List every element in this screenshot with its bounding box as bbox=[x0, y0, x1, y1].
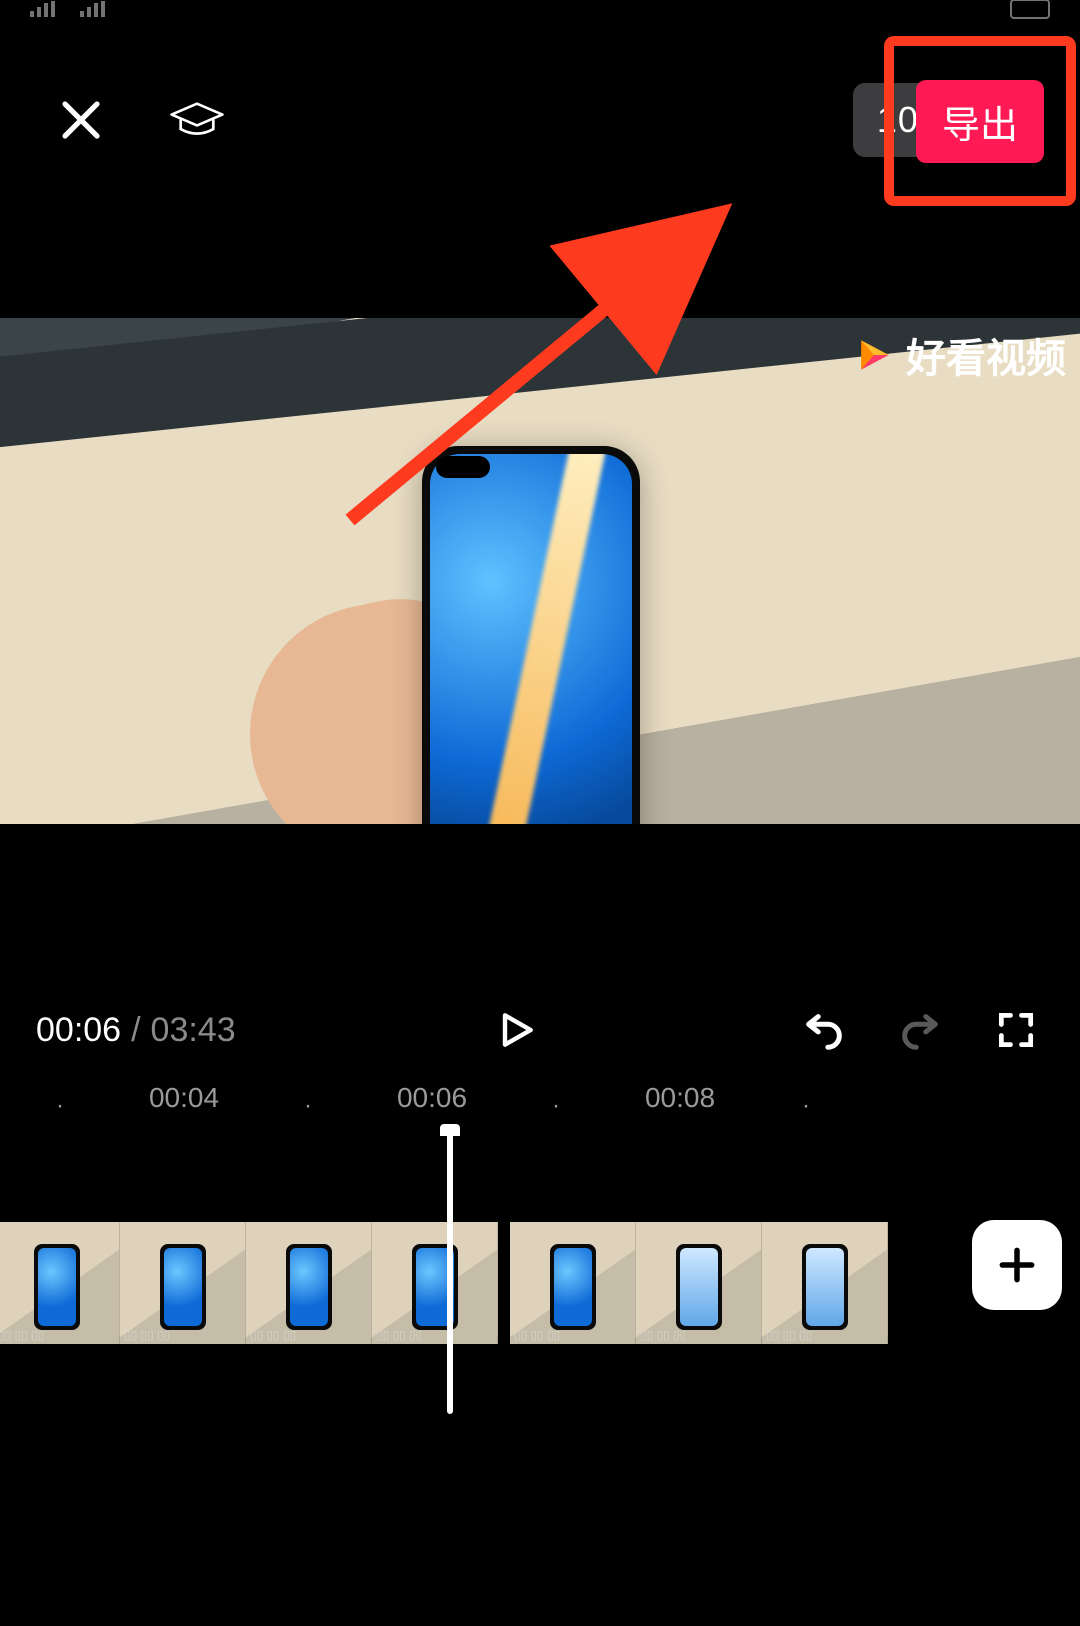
timeline[interactable]: · 00:04 · 00:06 · 00:08 · ▯▯ ▯▯ ▯▯ ▯▯ ▯▯… bbox=[0, 1070, 1080, 1626]
clip-track[interactable]: ▯▯ ▯▯ ▯▯ ▯▯ ▯▯ ▯▯ ▯▯ ▯▯ ▯▯ ▯▯ ▯▯ ▯▯ ▯▯ ▯… bbox=[0, 1222, 1080, 1344]
source-watermark: 好看视频 bbox=[852, 326, 1066, 384]
close-icon bbox=[57, 96, 105, 144]
time-separator: / bbox=[131, 1011, 140, 1050]
time-ruler[interactable]: · 00:04 · 00:06 · 00:08 · bbox=[0, 1070, 1080, 1126]
ruler-dot: · bbox=[56, 1092, 64, 1120]
haokan-logo-icon bbox=[852, 333, 896, 377]
ruler-dot: · bbox=[802, 1092, 810, 1120]
redo-icon bbox=[897, 1007, 943, 1053]
time-display: 00:06 / 03:43 bbox=[36, 1011, 236, 1050]
undo-button[interactable] bbox=[796, 1002, 852, 1058]
total-time: 03:43 bbox=[151, 1011, 236, 1050]
clip-thumbnail[interactable]: ▯▯ ▯▯ ▯▯ bbox=[372, 1222, 498, 1344]
export-highlight-annotation: 导出 bbox=[884, 36, 1076, 206]
fullscreen-button[interactable] bbox=[988, 1002, 1044, 1058]
add-clip-button[interactable] bbox=[972, 1220, 1062, 1310]
ruler-tick: 00:04 bbox=[149, 1082, 219, 1114]
ruler-tick: 00:08 bbox=[645, 1082, 715, 1114]
video-preview[interactable]: 好看视频 bbox=[0, 318, 1080, 824]
clip-thumbnail[interactable]: ▯▯ ▯▯ ▯▯ bbox=[510, 1222, 636, 1344]
clip-thumbnail[interactable]: ▯▯ ▯▯ ▯▯ bbox=[0, 1222, 120, 1344]
watermark-text: 好看视频 bbox=[906, 326, 1066, 384]
clip-thumbnail[interactable]: ▯▯ ▯▯ ▯▯ bbox=[636, 1222, 762, 1344]
status-bar bbox=[0, 0, 1080, 24]
export-button[interactable]: 导出 bbox=[916, 80, 1044, 163]
ruler-tick: 00:06 bbox=[397, 1082, 467, 1114]
clip-thumbnail[interactable]: ▯▯ ▯▯ ▯▯ bbox=[246, 1222, 372, 1344]
fullscreen-icon bbox=[994, 1008, 1038, 1052]
clip-gap bbox=[498, 1222, 510, 1344]
playhead[interactable] bbox=[447, 1128, 453, 1414]
clip-thumbnail[interactable]: ▯▯ ▯▯ ▯▯ bbox=[762, 1222, 888, 1344]
redo-button[interactable] bbox=[892, 1002, 948, 1058]
undo-icon bbox=[801, 1007, 847, 1053]
plus-icon bbox=[995, 1243, 1039, 1287]
graduation-cap-icon bbox=[168, 97, 226, 143]
playback-controls: 00:06 / 03:43 bbox=[0, 986, 1080, 1074]
tutorial-button[interactable] bbox=[168, 91, 226, 149]
ruler-dot: · bbox=[304, 1092, 312, 1120]
play-button[interactable] bbox=[488, 1002, 544, 1058]
play-icon bbox=[494, 1008, 538, 1052]
current-time: 00:06 bbox=[36, 1011, 121, 1050]
close-button[interactable] bbox=[52, 91, 110, 149]
ruler-dot: · bbox=[552, 1092, 560, 1120]
clip-thumbnail[interactable]: ▯▯ ▯▯ ▯▯ bbox=[120, 1222, 246, 1344]
